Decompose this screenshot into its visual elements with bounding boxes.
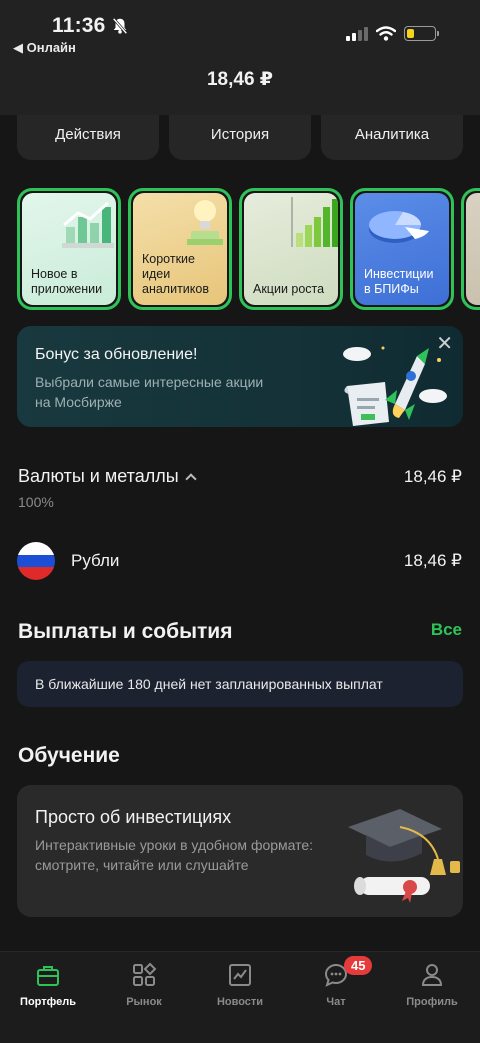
story-growth-stocks[interactable]: Акции роста: [239, 188, 343, 310]
russia-flag-icon: [17, 542, 55, 580]
bottom-navigation: Портфель Рынок Новости 45 Чат Профиль: [0, 951, 480, 1043]
nav-label: Профиль: [406, 996, 458, 1008]
story-partial[interactable]: [461, 188, 480, 310]
profile-icon: [421, 964, 443, 986]
payouts-title: Выплаты и события: [18, 620, 233, 643]
nav-label: Новости: [216, 996, 264, 1008]
learning-card[interactable]: Просто об инвестициях Интерактивные урок…: [17, 785, 463, 917]
close-icon[interactable]: ✕: [436, 334, 453, 354]
pie-chart-illustration-icon: [369, 211, 429, 243]
nav-portfolio[interactable]: Портфель: [0, 952, 96, 1043]
currencies-amount: 18,46 ₽: [403, 466, 462, 486]
learning-title: Обучение: [18, 744, 120, 767]
nav-news[interactable]: Новости: [192, 952, 288, 1043]
nav-label: Рынок: [126, 996, 162, 1008]
graduation-cap-icon: [348, 809, 460, 903]
rubles-amount: 18,46 ₽: [403, 551, 462, 570]
market-grid-icon: [133, 962, 157, 986]
analytics-button-label: Аналитика: [354, 126, 430, 143]
chat-unread-badge: 45: [344, 956, 373, 975]
learning-card-text: Интерактивные уроки в удобном формате: с…: [35, 837, 314, 873]
currencies-percent: 100%: [18, 494, 54, 510]
status-indicators: [346, 26, 439, 41]
status-time: 11:36: [52, 14, 106, 37]
top-header: 11:36 ◀ Онлайн 18,46 ₽: [0, 0, 480, 115]
wifi-icon: [376, 26, 396, 41]
story-short-ideas[interactable]: Короткие идеи аналитиков: [128, 188, 232, 310]
briefcase-icon: [37, 966, 59, 986]
chevron-up-icon[interactable]: [184, 473, 197, 485]
actions-button-label: Действия: [55, 126, 121, 143]
bell-muted-icon: [112, 17, 128, 35]
cellular-signal-icon: [346, 26, 368, 41]
nav-market[interactable]: Рынок: [96, 952, 192, 1043]
payouts-message: В ближайшие 180 дней нет запланированных…: [17, 661, 463, 707]
currencies-header[interactable]: Валюты и металлы 18,46 ₽: [18, 466, 462, 487]
story-label: Инвестиции в БПИФы: [364, 267, 434, 296]
story-new-in-app[interactable]: Новое в приложении: [17, 188, 121, 310]
bonus-text: Выбрали самые интересные акции на Мосбир…: [35, 374, 264, 410]
currencies-title: Валюты и металлы: [18, 466, 179, 486]
nav-label: Портфель: [20, 996, 76, 1008]
nav-label: Чат: [326, 996, 346, 1008]
story-bpif-investments[interactable]: Инвестиции в БПИФы: [350, 188, 454, 310]
payouts-all-link[interactable]: Все: [431, 620, 462, 640]
news-chart-icon: [229, 964, 251, 986]
story-label: Короткие идеи аналитиков: [142, 252, 209, 296]
learning-card-title: Просто об инвестициях: [35, 807, 232, 827]
battery-icon: [404, 26, 439, 41]
growth-bars-illustration-icon: [291, 197, 338, 247]
bonus-banner[interactable]: Бонус за обновление! Выбрали самые интер…: [17, 326, 463, 427]
portfolio-total: 18,46 ₽: [206, 69, 274, 90]
nav-chat[interactable]: 45 Чат: [288, 952, 384, 1043]
rubles-label[interactable]: Рубли: [71, 551, 119, 571]
back-to-app-link[interactable]: ◀ Онлайн: [13, 40, 76, 56]
lightbulb-illustration-icon: [187, 200, 223, 245]
bar-chart-illustration-icon: [62, 201, 114, 248]
story-label: Новое в приложении: [31, 267, 103, 296]
nav-profile[interactable]: Профиль: [384, 952, 480, 1043]
story-label: Акции роста: [253, 282, 325, 296]
stories-carousel: Новое в приложении Короткие идеи аналити…: [17, 188, 480, 310]
history-button-label: История: [210, 126, 270, 143]
bonus-title: Бонус за обновление!: [35, 346, 198, 363]
